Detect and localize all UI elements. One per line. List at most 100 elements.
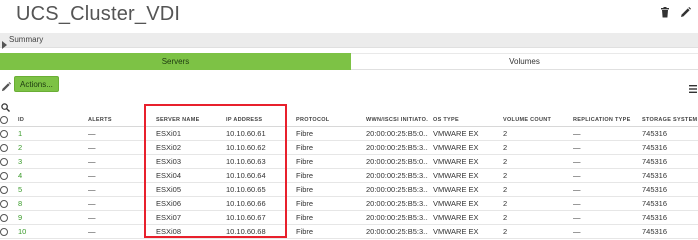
wwn-cell: 20:00:00:25:B5:3...: [366, 227, 428, 236]
title-actions: [658, 5, 692, 19]
storage-system-id-cell: 745316: [642, 227, 668, 236]
column-header-id[interactable]: ID: [18, 113, 64, 127]
title-bar: UCS_Cluster_VDI: [0, 0, 698, 30]
server-id-link[interactable]: 4: [18, 169, 64, 183]
replication-type-cell: —: [573, 129, 581, 138]
wwn-cell: 20:00:00:25:B5:0...: [366, 157, 428, 166]
row-select-radio[interactable]: [0, 144, 8, 152]
volume-count-cell: 2: [503, 227, 508, 236]
alerts-cell: —: [88, 213, 96, 222]
column-header-storage-system-id[interactable]: STORAGE SYSTEM ID: [642, 113, 698, 127]
trash-icon[interactable]: [658, 5, 672, 19]
ip-address-cell: 10.10.60.67: [226, 213, 266, 222]
alerts-cell: —: [88, 129, 96, 138]
ip-address-cell: 10.10.60.64: [226, 171, 266, 180]
actions-button[interactable]: Actions...: [14, 76, 59, 92]
alerts-cell: —: [88, 143, 96, 152]
volume-count-cell: 2: [503, 157, 508, 166]
tab-servers[interactable]: Servers: [0, 53, 351, 70]
pencil-icon[interactable]: [678, 5, 692, 19]
table-row[interactable]: 5 — ESXi05 10.10.60.65 Fibre 20:00:00:25…: [0, 183, 698, 197]
wwn-cell: 20:00:00:25:B5:0...: [366, 129, 428, 138]
protocol-cell: Fibre: [296, 171, 314, 180]
os-type-cell: VMWARE EX: [433, 185, 479, 194]
server-id-link[interactable]: 2: [18, 141, 64, 155]
storage-system-id-cell: 745316: [642, 199, 668, 208]
row-select-radio[interactable]: [0, 228, 8, 236]
server-name-cell: ESXi02: [156, 143, 182, 152]
select-all-radio[interactable]: [0, 116, 8, 124]
replication-type-cell: —: [573, 199, 581, 208]
alerts-cell: —: [88, 227, 96, 236]
table-row[interactable]: 3 — ESXi03 10.10.60.63 Fibre 20:00:00:25…: [0, 155, 698, 169]
column-header-replication-type[interactable]: REPLICATION TYPE: [573, 113, 639, 127]
os-type-cell: VMWARE EX: [433, 157, 479, 166]
protocol-cell: Fibre: [296, 213, 314, 222]
row-select-radio[interactable]: [0, 214, 8, 222]
row-select-radio[interactable]: [0, 200, 8, 208]
protocol-cell: Fibre: [296, 227, 314, 236]
summary-toggle[interactable]: Summary: [0, 33, 698, 49]
replication-type-cell: —: [573, 171, 581, 180]
table-row[interactable]: 1 — ESXi01 10.10.60.61 Fibre 20:00:00:25…: [0, 127, 698, 141]
column-header-protocol[interactable]: PROTOCOL: [296, 113, 362, 127]
volume-count-cell: 2: [503, 171, 508, 180]
table-row[interactable]: 2 — ESXi02 10.10.60.62 Fibre 20:00:00:25…: [0, 141, 698, 155]
column-header-ip-address[interactable]: IP ADDRESS: [226, 113, 292, 127]
alerts-cell: —: [88, 157, 96, 166]
column-header-wwn[interactable]: WWN/ISCSI INITIATO...: [366, 113, 428, 127]
alerts-cell: —: [88, 199, 96, 208]
server-id-link[interactable]: 8: [18, 197, 64, 211]
page-title: UCS_Cluster_VDI: [16, 3, 181, 25]
column-header-alerts[interactable]: ALERTS: [88, 113, 136, 127]
table-row[interactable]: 4 — ESXi04 10.10.60.64 Fibre 20:00:00:25…: [0, 169, 698, 183]
row-select-radio[interactable]: [0, 172, 8, 180]
ip-address-cell: 10.10.60.66: [226, 199, 266, 208]
protocol-cell: Fibre: [296, 129, 314, 138]
server-name-cell: ESXi01: [156, 129, 182, 138]
tab-volumes[interactable]: Volumes: [351, 53, 698, 70]
wwn-cell: 20:00:00:25:B5:3...: [366, 171, 428, 180]
storage-system-id-cell: 745316: [642, 143, 668, 152]
row-select-radio[interactable]: [0, 130, 8, 138]
server-id-link[interactable]: 10: [18, 225, 64, 239]
table-row[interactable]: 9 — ESXi07 10.10.60.67 Fibre 20:00:00:25…: [0, 211, 698, 225]
replication-type-cell: —: [573, 143, 581, 152]
table-row[interactable]: 10 — ESXi08 10.10.60.68 Fibre 20:00:00:2…: [0, 225, 698, 239]
ip-address-cell: 10.10.60.65: [226, 185, 266, 194]
server-id-link[interactable]: 1: [18, 127, 64, 141]
volume-count-cell: 2: [503, 213, 508, 222]
column-header-volume-count[interactable]: VOLUME COUNT: [503, 113, 569, 127]
protocol-cell: Fibre: [296, 185, 314, 194]
wwn-cell: 20:00:00:25:B5:3...: [366, 199, 428, 208]
server-name-cell: ESXi05: [156, 185, 182, 194]
ip-address-cell: 10.10.60.63: [226, 157, 266, 166]
pencil-icon[interactable]: [1, 79, 11, 97]
column-header-os-type[interactable]: OS TYPE: [433, 113, 499, 127]
server-name-cell: ESXi07: [156, 213, 182, 222]
row-select-radio[interactable]: [0, 158, 8, 166]
wwn-cell: 20:00:00:25:B5:3...: [366, 185, 428, 194]
servers-table: ID ALERTS SERVER NAME IP ADDRESS PROTOCO…: [0, 113, 698, 239]
ip-address-cell: 10.10.60.62: [226, 143, 266, 152]
storage-system-id-cell: 745316: [642, 213, 668, 222]
os-type-cell: VMWARE EX: [433, 171, 479, 180]
ip-address-cell: 10.10.60.68: [226, 227, 266, 236]
hamburger-menu-icon[interactable]: [689, 80, 697, 98]
server-id-link[interactable]: 9: [18, 211, 64, 225]
protocol-cell: Fibre: [296, 143, 314, 152]
replication-type-cell: —: [573, 213, 581, 222]
volume-count-cell: 2: [503, 143, 508, 152]
server-id-link[interactable]: 5: [18, 183, 64, 197]
server-id-link[interactable]: 3: [18, 155, 64, 169]
os-type-cell: VMWARE EX: [433, 199, 479, 208]
replication-type-cell: —: [573, 185, 581, 194]
column-header-server-name[interactable]: SERVER NAME: [156, 113, 222, 127]
storage-system-id-cell: 745316: [642, 185, 668, 194]
storage-system-id-cell: 745316: [642, 129, 668, 138]
server-name-cell: ESXi08: [156, 227, 182, 236]
row-select-radio[interactable]: [0, 186, 8, 194]
volume-count-cell: 2: [503, 199, 508, 208]
server-name-cell: ESXi06: [156, 199, 182, 208]
table-row[interactable]: 8 — ESXi06 10.10.60.66 Fibre 20:00:00:25…: [0, 197, 698, 211]
